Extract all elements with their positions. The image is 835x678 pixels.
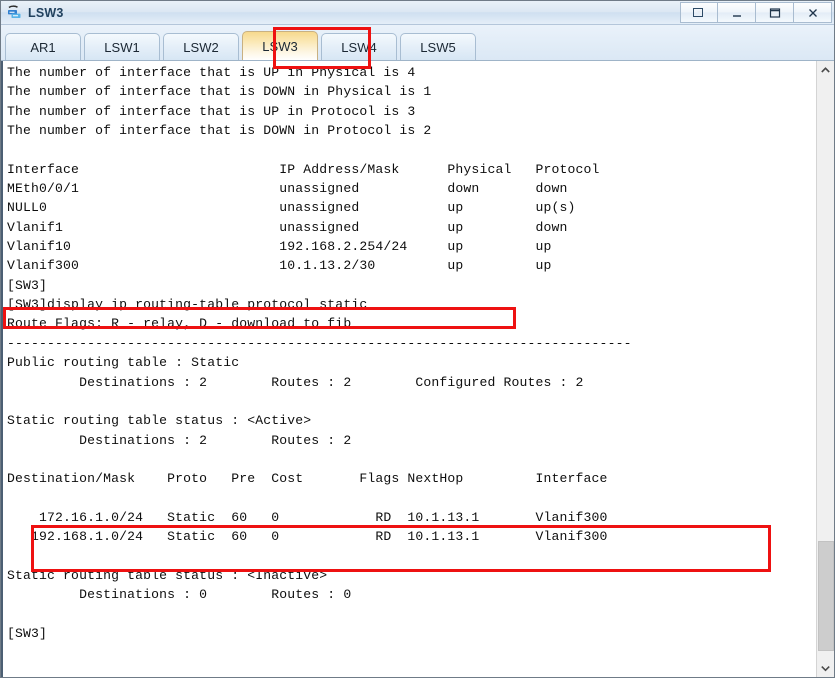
tab-label: LSW4 (341, 39, 377, 55)
scroll-up-button[interactable] (817, 61, 834, 79)
scroll-down-button[interactable] (817, 659, 834, 677)
tab-label: LSW3 (262, 38, 298, 54)
minimize-button[interactable] (718, 2, 756, 23)
device-tab-bar: AR1 LSW1 LSW2 LSW3 LSW4 LSW5 (1, 25, 834, 61)
window-controls (680, 2, 832, 23)
emulator-window: LSW3 AR1 LSW1 LSW2 LSW3 LSW4 LSW5 The nu… (0, 0, 835, 678)
console-text: The number of interface that is UP in Ph… (7, 65, 632, 641)
maximize-button[interactable] (756, 2, 794, 23)
switch-icon (6, 4, 23, 21)
close-button[interactable] (794, 2, 832, 23)
window-titlebar: LSW3 (1, 1, 834, 25)
console-output-panel[interactable]: The number of interface that is UP in Ph… (1, 61, 816, 677)
tab-label: LSW1 (104, 39, 140, 55)
tab-lsw5[interactable]: LSW5 (400, 33, 476, 60)
tab-lsw3[interactable]: LSW3 (242, 31, 318, 60)
tab-lsw4[interactable]: LSW4 (321, 33, 397, 60)
tab-lsw2[interactable]: LSW2 (163, 33, 239, 60)
window-title: LSW3 (28, 5, 64, 20)
restore-button[interactable] (680, 2, 718, 23)
scrollbar-thumb[interactable] (818, 541, 834, 651)
tab-label: AR1 (30, 39, 56, 55)
tab-label: LSW5 (420, 39, 456, 55)
tab-ar1[interactable]: AR1 (5, 33, 81, 60)
tab-label: LSW2 (183, 39, 219, 55)
tab-lsw1[interactable]: LSW1 (84, 33, 160, 60)
console-scrollbar[interactable] (816, 61, 834, 677)
terminal-area: The number of interface that is UP in Ph… (1, 61, 834, 677)
